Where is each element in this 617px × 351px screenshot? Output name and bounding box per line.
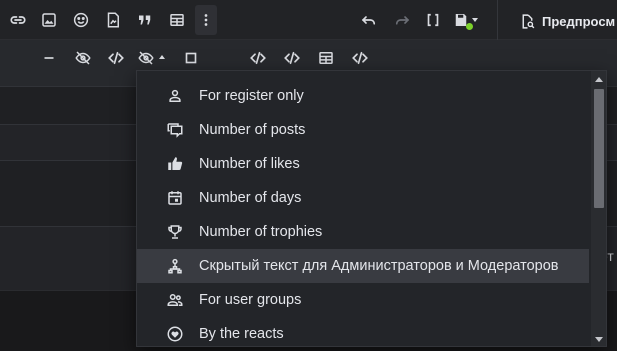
square-icon[interactable] (179, 46, 203, 70)
calendar-icon (165, 188, 185, 208)
hide-dropdown-icon[interactable] (137, 46, 167, 70)
preview-search-doc-icon (522, 13, 535, 29)
eye-off-icon[interactable] (71, 46, 95, 70)
trophy-icon (165, 222, 185, 242)
menu-item-label: For user groups (199, 292, 302, 308)
menu-item-label: Number of trophies (199, 224, 323, 240)
code-icon[interactable] (280, 46, 304, 70)
undo-icon[interactable] (357, 8, 381, 32)
minus-icon[interactable] (37, 46, 61, 70)
scroll-up-arrow-icon[interactable] (595, 77, 603, 82)
scrollbar-thumb[interactable] (594, 89, 604, 208)
editor-stage: Предпросм For register only Number of po… (0, 0, 617, 351)
thumbs-up-icon (165, 154, 185, 174)
menu-item-number-of-days[interactable]: Number of days (137, 181, 589, 215)
smiley-icon[interactable] (69, 8, 93, 32)
code-icon[interactable] (104, 46, 128, 70)
scroll-down-arrow-icon[interactable] (595, 337, 603, 342)
chevron-down-icon (472, 18, 478, 22)
user-group-icon (165, 290, 185, 310)
preview-label: Предпросм (542, 13, 616, 29)
menu-item-label: By the reacts (199, 326, 284, 342)
menu-item-label: Number of days (199, 190, 302, 206)
media-icon[interactable] (101, 8, 125, 32)
person-icon (165, 86, 185, 106)
heart-badge-icon (165, 324, 185, 344)
menu-item-user-groups[interactable]: For user groups (137, 283, 589, 317)
brackets-icon[interactable] (421, 8, 445, 32)
chevron-up-icon (159, 55, 165, 59)
menu-item-label: For register only (199, 88, 304, 104)
menu-item-number-of-posts[interactable]: Number of posts (137, 113, 589, 147)
code-icon[interactable] (348, 46, 372, 70)
menu-item-by-reacts[interactable]: By the reacts (137, 317, 589, 346)
user-hierarchy-icon (165, 256, 185, 276)
link-icon[interactable] (6, 8, 30, 32)
editor-toolbar-secondary (0, 40, 617, 74)
table-icon[interactable] (314, 46, 338, 70)
menu-item-label: Number of posts (199, 122, 306, 138)
toolbar-divider (497, 0, 498, 40)
comments-icon (165, 120, 185, 140)
dropdown-scrollbar[interactable] (591, 71, 606, 346)
editor-toolbar-top: Предпросм (0, 0, 617, 40)
menu-item-admins-moderators[interactable]: Скрытый текст для Администраторов и Моде… (137, 249, 589, 283)
preview-button[interactable]: Предпросм (519, 10, 615, 32)
menu-item-label: Скрытый текст для Администраторов и Моде… (199, 258, 559, 274)
menu-item-number-of-trophies[interactable]: Number of trophies (137, 215, 589, 249)
save-draft-icon[interactable] (452, 8, 482, 32)
save-status-dot (466, 23, 473, 30)
menu-item-register-only[interactable]: For register only (137, 79, 589, 113)
bbcode-hide-dropdown: For register only Number of posts Number… (136, 70, 607, 347)
menu-item-number-of-likes[interactable]: Number of likes (137, 147, 589, 181)
code-icon[interactable] (246, 46, 270, 70)
image-icon[interactable] (37, 8, 61, 32)
redo-icon[interactable] (390, 8, 414, 32)
menu-item-label: Number of likes (199, 156, 300, 172)
quote-icon[interactable] (133, 8, 157, 32)
table-icon[interactable] (165, 8, 189, 32)
more-vertical-icon[interactable] (195, 5, 217, 35)
